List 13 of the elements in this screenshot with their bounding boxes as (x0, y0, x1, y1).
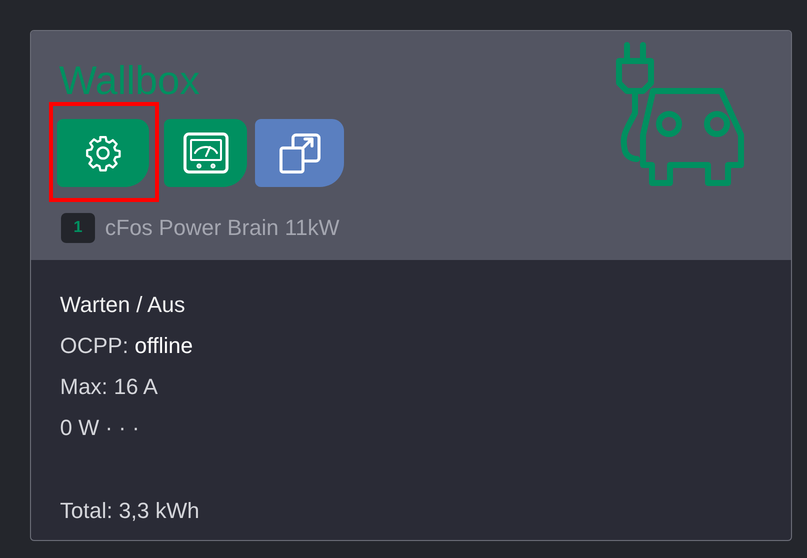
status-line: Warten / Aus (60, 291, 186, 319)
status-line: OCPP: offline (60, 332, 193, 360)
settings-button[interactable] (49, 102, 159, 202)
count-badge: 1 (61, 212, 95, 242)
device-name: cFos Power Brain 11kW (105, 214, 340, 242)
gauge-meter-icon (182, 131, 230, 175)
total-energy: Total: 3,3 kWh (60, 497, 200, 525)
settings-icon (84, 134, 122, 172)
card-title: Wallbox (59, 58, 200, 105)
status-line: Max: 16 A (60, 373, 158, 401)
popout-button[interactable] (255, 119, 344, 187)
status-line: 0 W · · · (60, 414, 140, 442)
meter-button[interactable] (164, 119, 247, 187)
